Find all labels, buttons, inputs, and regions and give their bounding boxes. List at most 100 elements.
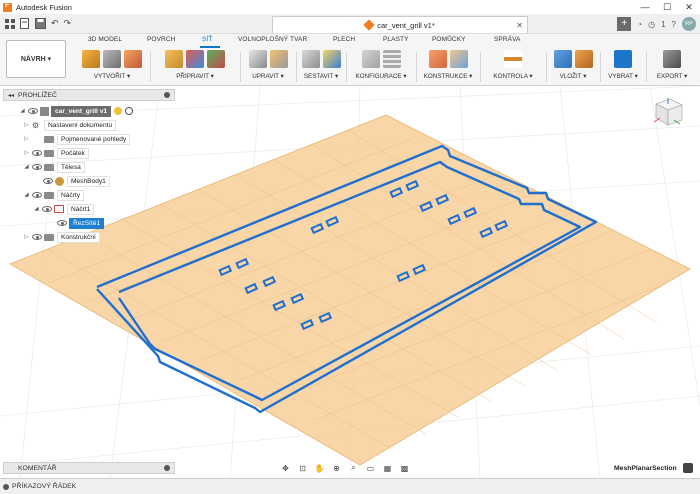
extensions-icon[interactable]: ◔ [637,20,642,29]
tree-node-construction[interactable]: ▷ Konstrukční [23,231,100,243]
group-prepare[interactable]: PŘIPRAVIT ▾ [152,48,238,86]
visibility-eye-icon[interactable] [32,150,42,156]
file-menu-icon[interactable] [20,17,30,31]
group-insert[interactable]: VLOŽIT ▾ [548,48,598,86]
expand-arrow-icon[interactable]: ◢ [23,192,30,198]
grid-settings-icon[interactable]: ▦ [382,464,393,473]
expand-arrow-icon[interactable]: ▷ [23,150,30,156]
group-inspect[interactable]: KONTROLA ▾ [482,48,544,86]
tree-node-mesh-section[interactable]: ŘezSítě1 [55,217,105,229]
tab-3d-model[interactable]: 3D MODEL [88,36,122,43]
zoom-window-icon[interactable]: ⌕ [348,463,359,473]
notification-count[interactable]: 1 [661,20,665,29]
offset-plane-icon[interactable] [428,50,447,68]
tab-sheet-metal[interactable]: PLECH [333,36,355,43]
tree-node-origin[interactable]: ▷ Počátek [23,147,89,159]
activate-target-icon[interactable] [125,107,134,115]
insert-arrow-icon[interactable] [553,50,572,68]
tab-plastics[interactable]: PLASTY [383,36,409,43]
create-face-group-icon[interactable] [124,50,142,68]
zoom-icon[interactable]: ⊕ [331,464,342,473]
ribbon: NÁVRH ▾ 3D MODEL POVRCH SÍŤ VOLNOPLOŠNÝ … [0,34,700,86]
group-select-label: VYBRAT ▾ [608,73,638,80]
tab-manage[interactable]: SPRÁVA [494,36,521,43]
visibility-eye-icon[interactable] [43,178,53,184]
configure-icon[interactable] [361,50,380,68]
help-icon[interactable]: ? [672,20,676,29]
viewports-icon[interactable]: ▩ [399,464,410,473]
save-icon[interactable] [35,17,46,31]
tree-node-sketch1[interactable]: ◢ Náčrt1 [33,203,95,215]
redo-icon[interactable]: ↷ [64,17,72,31]
generate-face-groups-icon[interactable] [165,50,183,68]
visibility-eye-icon[interactable] [28,108,38,114]
tab-surface[interactable]: POVRCH [147,36,175,43]
minimize-button[interactable]: — [634,0,656,14]
collapse-arrow-icon[interactable]: ◂◂ [8,92,14,99]
tree-node-bodies[interactable]: ◢ Tělesa [23,161,85,173]
job-status-icon[interactable]: ◷ [648,20,655,29]
view-cube[interactable] [652,96,684,128]
joint-icon[interactable] [322,50,341,68]
tree-node-sketches[interactable]: ◢ Náčrty [23,189,85,201]
add-comment-icon[interactable] [164,465,170,471]
panel-pin-icon[interactable] [164,92,170,98]
close-tab-button[interactable]: ✕ [516,21,523,30]
maximize-button[interactable]: ☐ [656,0,678,14]
tab-form[interactable]: VOLNOPLOŠNÝ TVAR [238,36,307,43]
reverse-normal-icon[interactable] [269,50,288,68]
avatar[interactable]: RP [682,17,696,31]
expand-arrow-icon[interactable]: ◢ [33,206,40,212]
group-select[interactable]: VYBRAT ▾ [602,48,644,86]
expand-arrow-icon[interactable]: ◢ [23,164,30,170]
tool-settings-icon[interactable] [683,463,693,473]
tree-node-document-settings[interactable]: ▷ ⚙ Nastavení dokumentu [23,119,117,131]
tree-node-named-views[interactable]: ▷ Pojmenované pohledy [23,133,131,145]
measure-icon[interactable] [504,50,522,68]
insert-svg-icon[interactable] [574,50,593,68]
remesh-icon[interactable] [207,50,225,68]
group-modify[interactable]: UPRAVIT ▾ [242,48,294,86]
command-line-bar[interactable]: PŘÍKAZOVÝ ŘÁDEK [0,478,700,494]
tree-node-label: MeshBody1 [67,175,110,187]
group-assemble[interactable]: SESTAVIT ▾ [298,48,344,86]
repair-icon[interactable] [186,50,204,68]
group-create[interactable]: VYTVOŘIT ▾ [76,48,148,86]
orbit-icon[interactable]: ✥ [280,464,291,473]
visibility-eye-icon[interactable] [57,220,67,226]
new-tab-button[interactable]: + [617,17,632,31]
comments-panel[interactable]: KOMENTÁŘ [3,462,175,474]
display-settings-icon[interactable]: ▭ [365,464,376,473]
export-image-icon[interactable] [663,50,681,68]
grid-menu-icon[interactable] [5,17,15,31]
new-component-icon[interactable] [301,50,320,68]
divider [416,52,417,82]
look-at-icon[interactable]: ⊡ [297,464,308,473]
tessellate-icon[interactable] [103,50,121,68]
tab-utilities[interactable]: POMŮCKY [432,36,466,43]
expand-arrow-icon[interactable]: ▷ [23,136,30,142]
tree-node-mesh-body[interactable]: MeshBody1 [41,175,110,187]
plane-cut-icon[interactable] [248,50,267,68]
insert-mesh-icon[interactable] [82,50,100,68]
configuration-table-icon[interactable] [382,50,401,68]
visibility-eye-icon[interactable] [32,234,42,240]
document-tab[interactable]: car_vent_grill v1* ✕ [272,16,528,33]
close-window-button[interactable]: ✕ [678,0,700,14]
tree-node-root[interactable]: ◢ car_vent_grill v1 [19,105,134,117]
browser-panel-header[interactable]: ◂◂ PROHLÍŽEČ [3,89,175,101]
expand-arrow-icon[interactable]: ◢ [19,108,26,114]
tab-mesh[interactable]: SÍŤ [202,36,212,43]
visibility-eye-icon[interactable] [32,164,42,170]
expand-arrow-icon[interactable]: ▷ [23,122,30,128]
group-construct[interactable]: KONSTRUKCE ▾ [418,48,478,86]
select-cursor-icon[interactable] [614,50,632,68]
axis-icon[interactable] [449,50,468,68]
pan-icon[interactable]: ✋ [314,464,325,473]
visibility-eye-icon[interactable] [42,206,52,212]
group-configure[interactable]: KONFIGURACE ▾ [348,48,414,86]
group-export[interactable]: EXPORT ▾ [648,48,696,86]
undo-icon[interactable]: ↶ [51,17,59,31]
visibility-eye-icon[interactable] [32,192,42,198]
expand-arrow-icon[interactable]: ▷ [23,234,30,240]
